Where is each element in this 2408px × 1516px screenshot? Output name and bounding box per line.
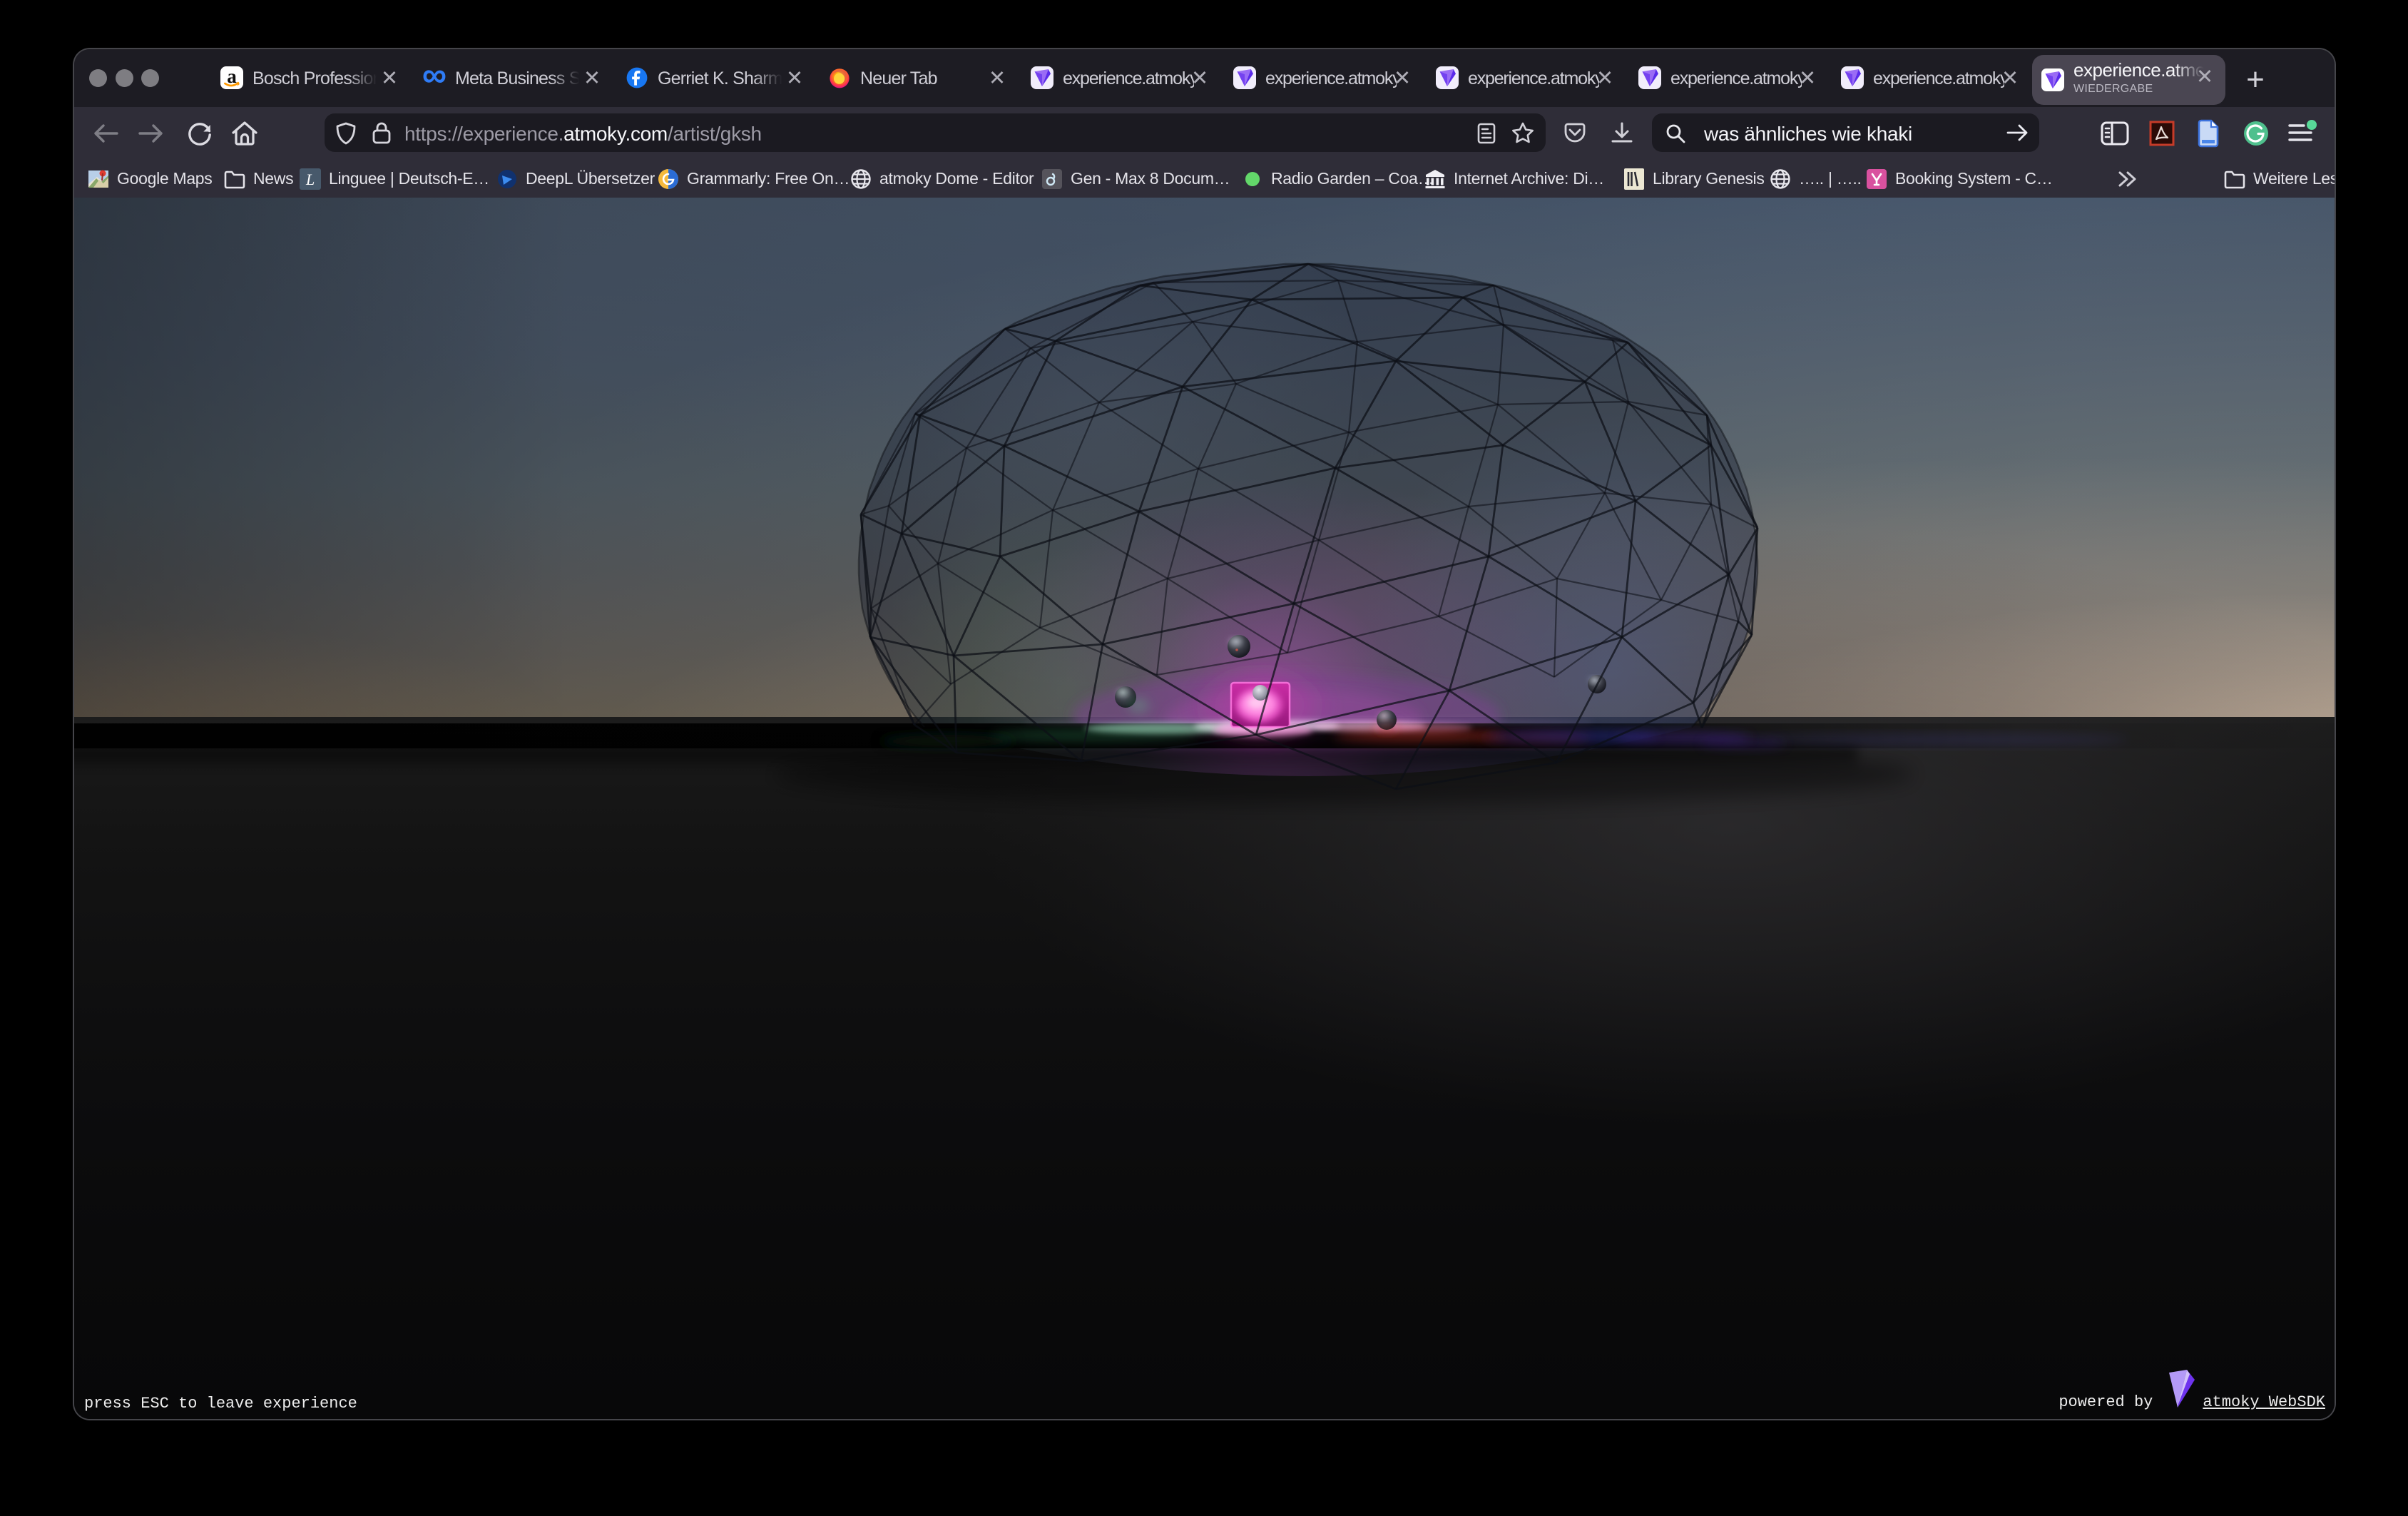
svg-text:L: L bbox=[305, 171, 315, 188]
